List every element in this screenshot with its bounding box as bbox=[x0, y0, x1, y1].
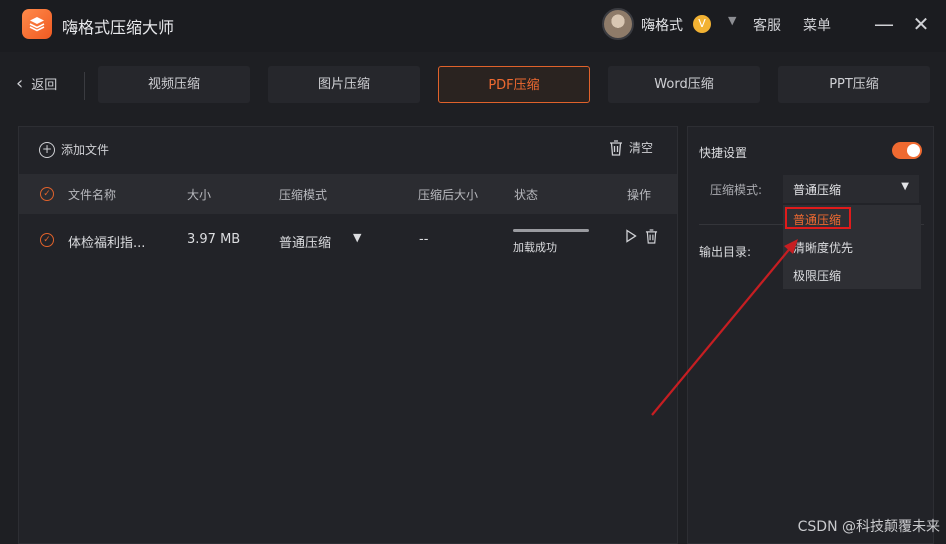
progress-fill bbox=[513, 229, 589, 232]
back-button[interactable]: ‹ 返回 bbox=[16, 74, 57, 93]
tab-word[interactable]: Word压缩 bbox=[608, 66, 760, 103]
tab-bar: ‹ 返回 视频压缩 图片压缩 PDF压缩 Word压缩 PPT压缩 bbox=[0, 58, 946, 114]
quick-settings-title: 快捷设置 bbox=[699, 146, 748, 160]
mode-label: 压缩模式: bbox=[710, 183, 763, 197]
select-all-checkbox[interactable]: ✓ bbox=[40, 187, 54, 201]
avatar[interactable] bbox=[602, 8, 634, 40]
app-title: 嗨格式压缩大师 bbox=[62, 18, 175, 37]
col-status: 状态 bbox=[514, 188, 539, 202]
divider bbox=[84, 72, 85, 100]
mode-dropdown: 普通压缩 清晰度优先 极限压缩 bbox=[783, 205, 921, 289]
col-name: 文件名称 bbox=[68, 188, 117, 202]
file-list-panel: + 添加文件 清空 ✓ 文件名称 大小 压缩模式 压缩后大小 状态 操作 ✓ 体… bbox=[18, 126, 678, 544]
col-ops: 操作 bbox=[627, 188, 652, 202]
play-icon[interactable] bbox=[625, 229, 637, 243]
support-button[interactable]: 客服 bbox=[753, 15, 781, 35]
file-name: 体检福利指... bbox=[68, 236, 146, 251]
trash-icon bbox=[610, 139, 622, 156]
chevron-down-icon[interactable]: ▼ bbox=[728, 14, 736, 27]
row-checkbox[interactable]: ✓ bbox=[40, 233, 54, 247]
col-size: 大小 bbox=[187, 188, 212, 202]
progress-bar bbox=[513, 229, 589, 232]
mode-value: 普通压缩 bbox=[793, 183, 842, 197]
table-header: ✓ 文件名称 大小 压缩模式 压缩后大小 状态 操作 bbox=[19, 174, 677, 214]
tab-pdf[interactable]: PDF压缩 bbox=[438, 66, 590, 103]
add-file-label: 添加文件 bbox=[61, 143, 110, 157]
option-clarity[interactable]: 清晰度优先 bbox=[793, 239, 853, 256]
clear-button[interactable]: 清空 bbox=[609, 139, 653, 156]
file-after-size: -- bbox=[419, 232, 429, 247]
option-extreme[interactable]: 极限压缩 bbox=[793, 267, 841, 284]
mode-select[interactable]: 普通压缩 ▼ bbox=[783, 175, 919, 203]
trash-icon[interactable] bbox=[645, 229, 658, 244]
caret-down-icon: ▼ bbox=[901, 181, 909, 192]
col-mode: 压缩模式 bbox=[279, 188, 328, 202]
app-logo-icon bbox=[22, 9, 52, 39]
menu-button[interactable]: 菜单 bbox=[803, 15, 831, 35]
app-window: 嗨格式压缩大师 嗨格式 V ▼ 客服 菜单 — ✕ ‹ 返回 视频压缩 图片压缩… bbox=[0, 0, 946, 544]
caret-down-icon[interactable]: ▼ bbox=[353, 231, 361, 244]
settings-panel: 快捷设置 压缩模式: 普通压缩 ▼ 输出目录: 普通压缩 清晰度优先 极限压缩 bbox=[687, 126, 934, 544]
username[interactable]: 嗨格式 bbox=[641, 15, 683, 35]
option-normal[interactable]: 普通压缩 bbox=[785, 207, 851, 229]
title-bar: 嗨格式压缩大师 嗨格式 V ▼ 客服 菜单 — ✕ bbox=[0, 0, 946, 52]
tab-image[interactable]: 图片压缩 bbox=[268, 66, 420, 103]
tab-video[interactable]: 视频压缩 bbox=[98, 66, 250, 103]
chevron-left-icon: ‹ bbox=[16, 72, 24, 94]
minimize-icon[interactable]: — bbox=[870, 10, 898, 38]
toggle-knob bbox=[907, 144, 920, 157]
watermark-text: CSDN @科技颠覆未来 bbox=[797, 519, 940, 535]
clear-label: 清空 bbox=[629, 141, 654, 155]
file-size: 3.97 MB bbox=[187, 232, 241, 247]
col-after-size: 压缩后大小 bbox=[418, 188, 479, 202]
close-icon[interactable]: ✕ bbox=[907, 10, 935, 38]
tab-ppt[interactable]: PPT压缩 bbox=[778, 66, 930, 103]
output-dir-label: 输出目录: bbox=[699, 245, 752, 259]
add-file-button[interactable]: + 添加文件 bbox=[39, 141, 109, 158]
back-label: 返回 bbox=[31, 78, 58, 93]
plus-icon: + bbox=[39, 141, 55, 158]
quick-settings-toggle[interactable] bbox=[892, 142, 922, 159]
file-status: 加载成功 bbox=[513, 241, 557, 254]
row-mode-select[interactable]: 普通压缩 bbox=[279, 232, 331, 251]
table-row[interactable]: ✓ 体检福利指... 3.97 MB 普通压缩 ▼ -- 加载成功 bbox=[19, 217, 677, 263]
vip-badge-icon: V bbox=[693, 15, 711, 33]
